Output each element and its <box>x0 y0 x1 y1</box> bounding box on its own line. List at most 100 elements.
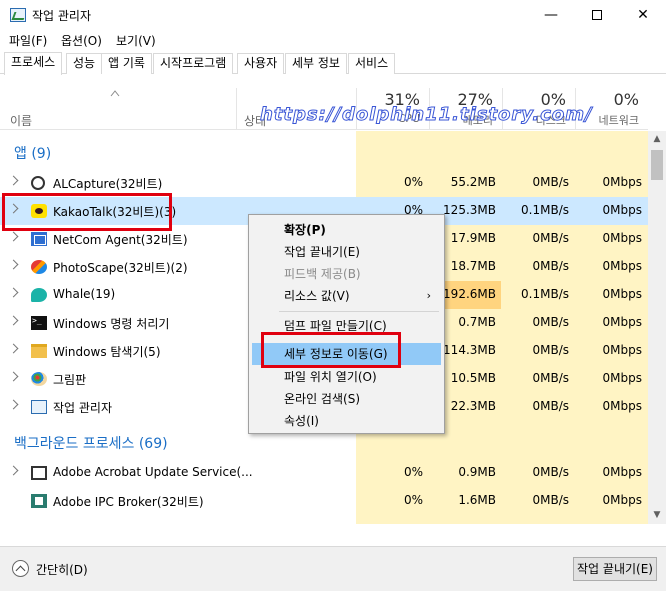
column-divider <box>236 88 237 130</box>
disk-value: 0MB/s <box>532 259 569 273</box>
menu-bar: 파일(F) 옵션(O) 보기(V) <box>0 30 666 50</box>
expand-chevron-icon[interactable] <box>8 315 19 326</box>
network-value: 0Mbps <box>602 343 642 357</box>
column-name[interactable]: 이름 <box>10 112 32 129</box>
tab-details[interactable]: 세부 정보 <box>285 53 347 74</box>
disk-value: 0MB/s <box>532 343 569 357</box>
disk-value: 0MB/s <box>532 231 569 245</box>
disk-value: 0MB/s <box>532 399 569 413</box>
disk-value: 0MB/s <box>532 371 569 385</box>
expand-chevron-icon[interactable] <box>8 465 19 476</box>
process-name: 작업 관리자 <box>53 401 113 415</box>
watermark-url: https://dolphin11.tistory.com/ <box>260 104 593 126</box>
expand-chevron-icon[interactable] <box>8 259 19 270</box>
menu-file[interactable]: 파일(F) <box>9 32 47 49</box>
group-label: 백그라운드 프로세스 (69) <box>14 436 168 452</box>
alcapture-icon <box>31 176 45 190</box>
photoscape-icon <box>31 260 47 274</box>
memory-value: 55.2MB <box>450 175 496 189</box>
network-value: 0Mbps <box>602 259 642 273</box>
tab-users[interactable]: 사용자 <box>237 53 285 74</box>
tab-services[interactable]: 서비스 <box>348 53 396 74</box>
disk-value: 0MB/s <box>532 493 569 507</box>
process-name: Whale(19) <box>53 287 116 301</box>
sort-caret-icon[interactable] <box>110 89 120 97</box>
menu-end-task[interactable]: 작업 끝내기(E) <box>252 241 441 263</box>
menu-feedback: 피드백 제공(B) <box>284 267 361 281</box>
vertical-scrollbar[interactable] <box>648 131 666 524</box>
scroll-thumb[interactable] <box>651 150 663 180</box>
scroll-down-arrow-icon[interactable]: ▼ <box>648 507 666 524</box>
scroll-up-arrow-icon[interactable]: ▲ <box>648 131 666 148</box>
minimize-button[interactable]: — <box>528 0 574 30</box>
maximize-icon <box>592 10 602 20</box>
menu-view[interactable]: 보기(V) <box>116 32 156 49</box>
disk-value: 0MB/s <box>532 465 569 479</box>
network-value: 0Mbps <box>602 399 642 413</box>
tab-performance[interactable]: 성능 <box>66 53 103 74</box>
file-explorer-icon <box>31 344 47 358</box>
process-name: PhotoScape(32비트)(2) <box>53 261 188 275</box>
adobe-ipc-broker-icon <box>31 494 47 508</box>
end-task-button[interactable]: 작업 끝내기(E) <box>573 557 657 581</box>
network-value: 0Mbps <box>602 465 642 479</box>
window-title: 작업 관리자 <box>32 9 92 23</box>
cpu-value: 0% <box>403 465 423 479</box>
context-menu: 확장(P) 작업 끝내기(E) 피드백 제공(B) 리소스 값(V) › 덤프 … <box>248 214 445 434</box>
process-name: 그림판 <box>53 373 87 387</box>
footer-bar: 간단히(D) 작업 끝내기(E) <box>0 546 666 591</box>
cpu-value: 0% <box>403 493 423 507</box>
go-details-highlight-box <box>261 332 401 368</box>
adobe-acrobat-icon <box>31 466 47 480</box>
disk-value: 0MB/s <box>532 175 569 189</box>
disk-value: 0.1MB/s <box>521 287 569 301</box>
submenu-arrow-icon: › <box>426 289 431 302</box>
paint-palette-icon <box>31 372 47 386</box>
task-manager-icon <box>31 400 47 414</box>
tab-startup[interactable]: 시작프로그램 <box>153 53 234 74</box>
process-name: Adobe IPC Broker(32비트) <box>53 495 204 509</box>
task-manager-icon <box>10 8 26 22</box>
menu-resource-values-label: 리소스 값(V) <box>284 289 350 303</box>
expand-chevron-icon[interactable] <box>8 343 19 354</box>
command-prompt-icon <box>31 316 47 330</box>
network-value: 0Mbps <box>602 287 642 301</box>
memory-value: 0.9MB <box>458 465 496 479</box>
group-header-apps[interactable]: 앱 (9) <box>0 139 648 165</box>
memory-value: 1.6MB <box>458 493 496 507</box>
menu-separator <box>279 311 439 312</box>
disk-value: 0.1MB/s <box>521 203 569 217</box>
process-name: Adobe Acrobat Update Service(... <box>53 465 253 479</box>
tab-processes[interactable]: 프로세스 <box>4 52 63 75</box>
collapse-up-icon[interactable] <box>12 560 29 577</box>
whale-browser-icon <box>31 288 47 302</box>
process-name: ALCapture(32비트) <box>53 177 163 191</box>
menu-expand[interactable]: 확장(P) <box>252 219 441 241</box>
group-label: 앱 (9) <box>14 146 52 162</box>
menu-properties[interactable]: 속성(I) <box>252 410 441 432</box>
network-value: 0Mbps <box>602 493 642 507</box>
network-value: 0Mbps <box>602 315 642 329</box>
menu-open-file-location[interactable]: 파일 위치 열기(O) <box>252 366 441 388</box>
process-name: Windows 명령 처리기 <box>53 317 170 331</box>
netcom-agent-icon <box>31 232 47 246</box>
expand-chevron-icon[interactable] <box>8 399 19 410</box>
expand-chevron-icon[interactable] <box>8 175 19 186</box>
network-value: 0Mbps <box>602 371 642 385</box>
fewer-details-link[interactable]: 간단히(D) <box>36 561 88 578</box>
expand-chevron-icon[interactable] <box>8 287 19 298</box>
expand-chevron-icon[interactable] <box>8 231 19 242</box>
maximize-button[interactable] <box>574 0 620 30</box>
tab-app-history[interactable]: 앱 기록 <box>101 53 152 74</box>
process-row[interactable]: Adobe IPC Broker(32비트) 0% 1.6MB 0MB/s 0M… <box>0 487 648 515</box>
menu-options[interactable]: 옵션(O) <box>61 32 102 49</box>
close-button[interactable]: ✕ <box>620 0 666 30</box>
expand-chevron-icon[interactable] <box>8 371 19 382</box>
process-name: NetCom Agent(32비트) <box>53 233 188 247</box>
network-value: 0Mbps <box>602 203 642 217</box>
network-value: 0Mbps <box>602 231 642 245</box>
menu-resource-values[interactable]: 리소스 값(V) › <box>252 285 441 307</box>
process-name: Windows 탐색기(5) <box>53 345 161 359</box>
process-row[interactable]: Adobe Acrobat Update Service(... 0% 0.9M… <box>0 459 648 487</box>
menu-search-online[interactable]: 온라인 검색(S) <box>252 388 441 410</box>
